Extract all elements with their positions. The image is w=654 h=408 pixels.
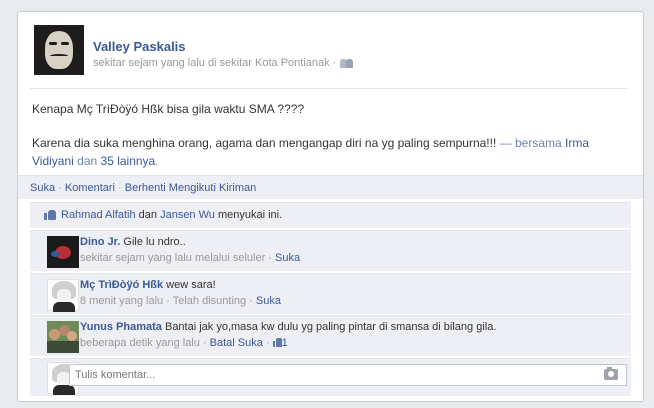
comment-text: Bantai jak yo,masa kw dulu yg paling pin… bbox=[161, 321, 497, 333]
camera-icon[interactable] bbox=[604, 367, 618, 380]
comment-composer: Tulis komentar... bbox=[30, 358, 631, 396]
thumbs-up-icon bbox=[272, 338, 282, 347]
post-header: Valley Paskalis sekitar sejam yang lalu … bbox=[34, 25, 354, 75]
commenter-avatar[interactable] bbox=[47, 279, 79, 312]
post-card: Valley Paskalis sekitar sejam yang lalu … bbox=[17, 11, 644, 402]
post-action-bar: Suka · Komentari · Berhenti Mengikuti Ki… bbox=[18, 175, 643, 199]
commenter-avatar[interactable] bbox=[47, 321, 79, 353]
author-name[interactable]: Valley Paskalis bbox=[93, 39, 354, 54]
liker-link[interactable]: Rahmad Alfatih bbox=[61, 209, 136, 221]
author-avatar[interactable] bbox=[34, 25, 84, 75]
commenter-name[interactable]: Dino Jr. bbox=[80, 236, 120, 248]
post-body: Kenapa Mç TrìĐòÿó Hßk bisa gila waktu SM… bbox=[32, 100, 622, 170]
unfollow-button[interactable]: Berhenti Mengikuti Kiriman bbox=[125, 182, 256, 194]
comment-input[interactable]: Tulis komentar... bbox=[69, 364, 627, 386]
comment-like-count[interactable]: 1 bbox=[282, 337, 288, 349]
comment-text: wew sara! bbox=[163, 279, 216, 291]
comment-text: Gile lu ndro.. bbox=[120, 236, 186, 248]
others-link[interactable]: 35 lainnya bbox=[101, 154, 156, 168]
commenter-avatar[interactable] bbox=[47, 236, 79, 268]
comment-unlike-button[interactable]: Batal Suka bbox=[210, 337, 263, 349]
liker-link[interactable]: Jansen Wu bbox=[160, 209, 215, 221]
comment-like-button[interactable]: Suka bbox=[256, 295, 281, 307]
likes-summary: Rahmad Alfatih dan Jansen Wu menyukai in… bbox=[30, 202, 631, 228]
like-button[interactable]: Suka bbox=[30, 182, 55, 194]
post-meta: sekitar sejam yang lalu di sekitar Kota … bbox=[93, 57, 354, 69]
thumbs-up-icon bbox=[44, 209, 57, 220]
comment-like-button[interactable]: Suka bbox=[275, 252, 300, 264]
commenter-name[interactable]: Mç TrìĐòÿó Hßk bbox=[80, 279, 163, 291]
comment-button[interactable]: Komentari bbox=[65, 182, 115, 194]
divider bbox=[30, 88, 627, 89]
post-text-line1: Kenapa Mç TrìĐòÿó Hßk bisa gila waktu SM… bbox=[32, 102, 305, 116]
comment-item: Dino Jr. Gile lu ndro.. sekitar sejam ya… bbox=[30, 230, 631, 271]
comment-item: Yunus Phamata Bantai jak yo,masa kw dulu… bbox=[30, 315, 631, 356]
friends-icon[interactable] bbox=[340, 58, 354, 68]
post-text-line2: Karena dia suka menghina orang, agama da… bbox=[32, 136, 590, 168]
commenter-name[interactable]: Yunus Phamata bbox=[80, 321, 162, 333]
comment-item: Mç TrìĐòÿó Hßk wew sara! 8 menit yang la… bbox=[30, 273, 631, 314]
